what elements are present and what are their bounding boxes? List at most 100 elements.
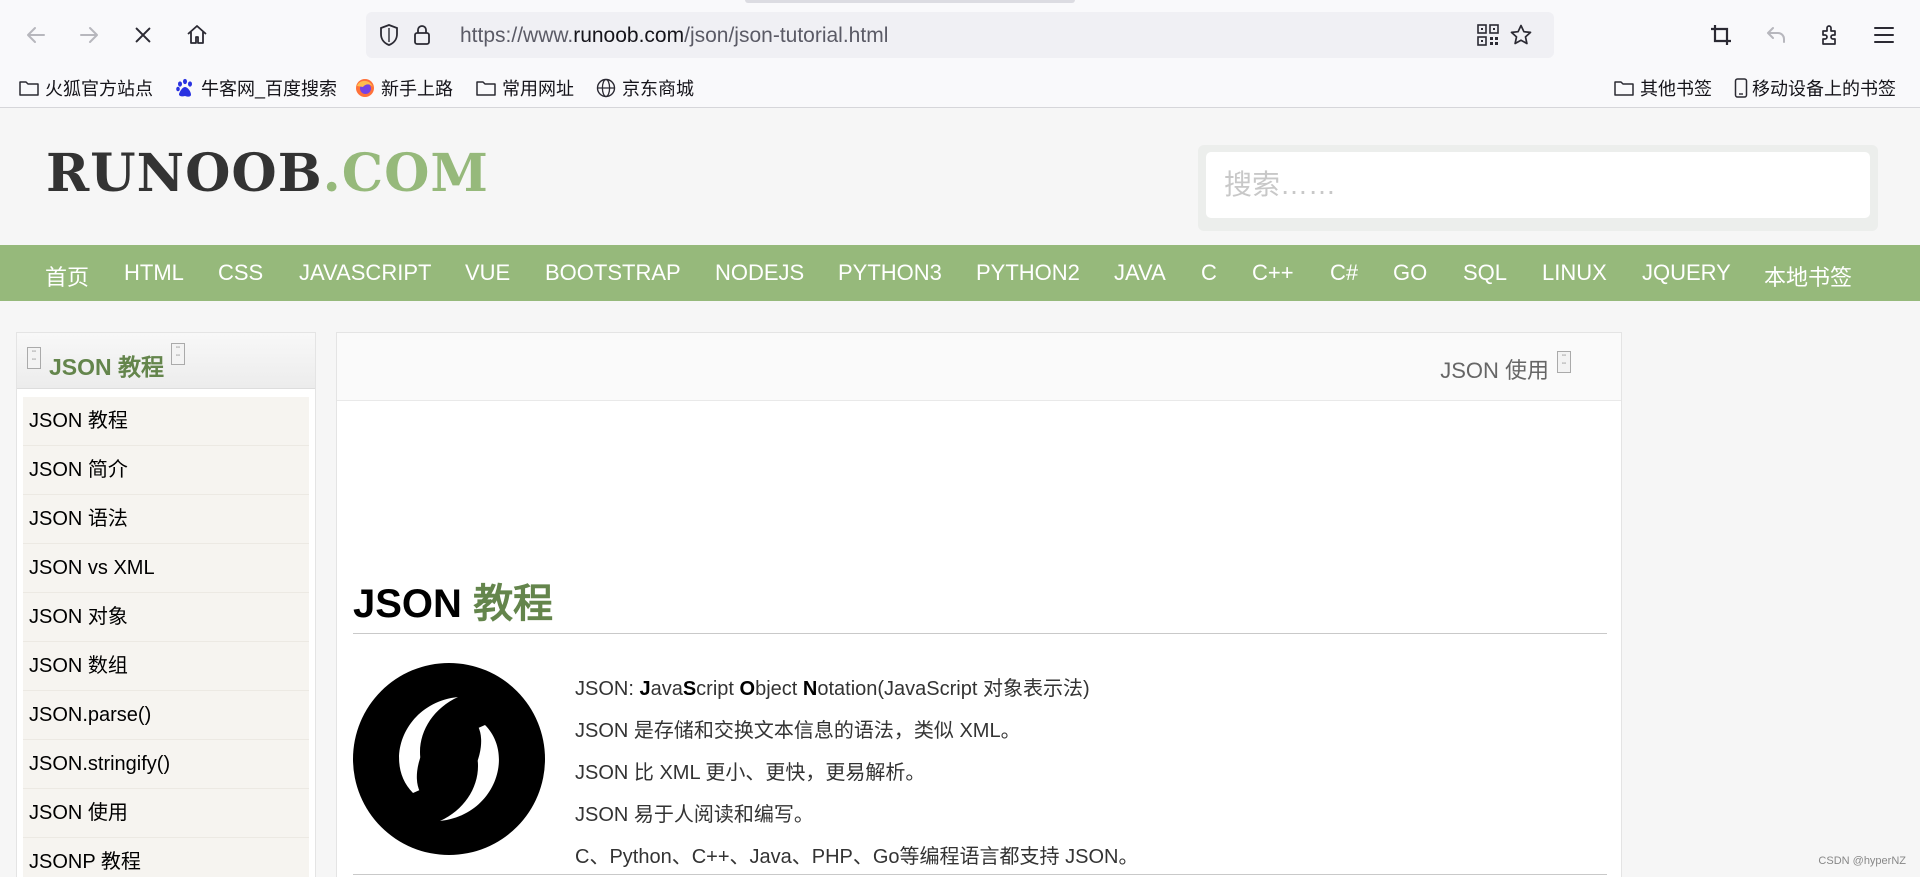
stop-loading-icon <box>135 27 151 43</box>
folder-icon <box>1614 78 1634 98</box>
sidebar-header: ▫▫ ▫▫ JSON 教程 ▫▫ ▫▫ <box>17 333 315 389</box>
text-segment: JSON: <box>575 678 640 700</box>
screenshot-button[interactable] <box>1703 17 1739 53</box>
text-segment: O <box>739 678 756 700</box>
title-black: JSON <box>353 582 462 626</box>
nav-java[interactable]: JAVA <box>1114 260 1166 286</box>
url-prefix: https://www. <box>460 24 574 47</box>
site-header: RUNOOB.COM <box>0 108 1920 245</box>
sidebar-item-json-intro[interactable]: JSON 简介 <box>23 446 309 495</box>
bookmarks-toolbar: 火狐官方站点 牛客网_百度搜索 新手上路 常用网址 京东商城 其他书签 移动设备… <box>0 70 1920 108</box>
extensions-icon <box>1822 25 1836 45</box>
undo-icon <box>1767 27 1785 43</box>
bookmark-firefox-official[interactable]: 火狐官方站点 <box>19 73 153 103</box>
home-icon <box>187 25 207 44</box>
browser-toolbar: https://www.runoob.com/json/json-tutoria… <box>0 0 1920 70</box>
nav-javascript[interactable]: JAVASCRIPT <box>299 260 431 286</box>
forward-arrow-icon <box>80 27 98 43</box>
nav-home[interactable]: 首页 <box>45 260 89 292</box>
nav-css[interactable]: CSS <box>218 260 263 286</box>
sidebar-item-json-tutorial[interactable]: JSON 教程 <box>23 397 309 446</box>
bookmark-label: 移动设备上的书签 <box>1752 79 1896 99</box>
app-menu-button[interactable] <box>1866 17 1902 53</box>
baidu-paw-icon <box>175 78 195 98</box>
folder-icon <box>19 78 39 98</box>
nav-python3[interactable]: PYTHON3 <box>838 260 942 286</box>
sidebar-item-json-vs-xml[interactable]: JSON vs XML <box>23 544 309 593</box>
text-segment: bject <box>755 678 803 700</box>
sidebar-item-json-stringify[interactable]: JSON.stringify() <box>23 740 309 789</box>
undo-button[interactable] <box>1758 17 1794 53</box>
sidebar-item-json-parse[interactable]: JSON.parse() <box>23 691 309 740</box>
back-button[interactable] <box>18 17 54 53</box>
bookmark-nowcoder-baidu[interactable]: 牛客网_百度搜索 <box>175 73 337 103</box>
main-nav: 首页 HTML CSS JAVASCRIPT VUE BOOTSTRAP NOD… <box>0 245 1920 301</box>
nav-cpp[interactable]: C++ <box>1252 260 1294 286</box>
sidebar-item-json-syntax[interactable]: JSON 语法 <box>23 495 309 544</box>
bookmark-getting-started[interactable]: 新手上路 <box>355 73 453 103</box>
nav-nodejs[interactable]: NODEJS <box>715 260 804 286</box>
tracking-protection-button[interactable] <box>377 23 401 47</box>
nav-bootstrap[interactable]: BOOTSTRAP <box>545 260 681 286</box>
paragraph-json-smaller: JSON 比 XML 更小、更快，更易解析。 <box>575 762 926 784</box>
article-content: JSON 使用 ▫▫ ▫▫ JSON 教程 JSON: JavaScript Ob… <box>336 332 1622 877</box>
sidebar-list: JSON 教程 JSON 简介 JSON 语法 JSON vs XML JSON… <box>23 397 309 877</box>
lock-icon <box>414 25 430 45</box>
forward-button[interactable] <box>71 17 107 53</box>
bookmark-mobile[interactable]: 移动设备上的书签 <box>1734 73 1896 103</box>
nav-vue[interactable]: VUE <box>465 260 510 286</box>
sidebar-item-jsonp[interactable]: JSONP 教程 <box>23 838 309 877</box>
broken-image-icon: ▫▫ ▫▫ <box>27 347 41 369</box>
firefox-icon <box>355 78 375 98</box>
bookmark-common-sites[interactable]: 常用网址 <box>476 73 574 103</box>
stop-button[interactable] <box>125 17 161 53</box>
qr-code-button[interactable] <box>1476 23 1500 47</box>
bookmark-label: 牛客网_百度搜索 <box>201 79 338 99</box>
paragraph-json-languages: C、Python、C++、Java、PHP、Go等编程语言都支持 JSON。 <box>575 846 1139 868</box>
home-button[interactable] <box>179 17 215 53</box>
nav-sql[interactable]: SQL <box>1463 260 1507 286</box>
next-page-link[interactable]: JSON 使用 <box>1440 353 1549 385</box>
bookmark-jd[interactable]: 京东商城 <box>596 73 694 103</box>
broken-image-icon: ▫▫ ▫▫ <box>171 343 185 365</box>
address-bar[interactable]: https://www.runoob.com/json/json-tutoria… <box>366 12 1554 58</box>
nav-linux[interactable]: LINUX <box>1542 260 1607 286</box>
broken-image-icon: ▫▫ ▫▫ <box>1557 351 1571 373</box>
sidebar-item-json-usage[interactable]: JSON 使用 <box>23 789 309 838</box>
search-input[interactable] <box>1206 152 1870 218</box>
folder-icon <box>476 78 496 98</box>
nav-c[interactable]: C <box>1201 260 1217 286</box>
nav-csharp[interactable]: C# <box>1330 260 1358 286</box>
logo-green-text: .COM <box>322 143 489 204</box>
mobile-icon <box>1734 78 1748 98</box>
paragraph-json-syntax: JSON 是存储和交换文本信息的语法，类似 XML。 <box>575 720 1021 742</box>
back-arrow-icon <box>27 27 45 43</box>
bookmark-other[interactable]: 其他书签 <box>1614 73 1712 103</box>
extensions-button[interactable] <box>1812 17 1848 53</box>
watermark: CSDN @hyperNZ <box>1818 855 1906 867</box>
sidebar-item-json-array[interactable]: JSON 数组 <box>23 642 309 691</box>
text-segment: J <box>639 678 651 700</box>
site-info-button[interactable] <box>410 23 434 47</box>
text-segment: N <box>802 678 818 700</box>
crop-icon <box>1711 25 1731 45</box>
nav-jquery[interactable]: JQUERY <box>1642 260 1731 286</box>
text-segment: otation(JavaScript 对象表示法) <box>817 678 1090 700</box>
sidebar-item-json-object[interactable]: JSON 对象 <box>23 593 309 642</box>
site-logo[interactable]: RUNOOB.COM <box>46 148 489 200</box>
title-green: 教程 <box>473 582 554 626</box>
nav-go[interactable]: GO <box>1393 260 1427 286</box>
bookmark-label: 新手上路 <box>381 79 453 99</box>
nav-html[interactable]: HTML <box>124 260 184 286</box>
page-title: JSON 教程 <box>353 571 553 629</box>
bookmark-label: 火狐官方站点 <box>45 79 153 99</box>
divider <box>353 633 1607 634</box>
url-text[interactable]: https://www.runoob.com/json/json-tutoria… <box>460 24 888 48</box>
paragraph-json-definition: JSON: JavaScript Object Notation(JavaScr… <box>575 672 1090 701</box>
bookmark-label: 常用网址 <box>502 79 574 99</box>
star-icon <box>1510 24 1532 45</box>
bookmark-star-button[interactable] <box>1509 23 1533 47</box>
nav-python2[interactable]: PYTHON2 <box>976 260 1080 286</box>
nav-local-bookmarks[interactable]: 本地书签 <box>1764 260 1852 292</box>
logo-dark-text: RUNOOB <box>46 143 323 204</box>
